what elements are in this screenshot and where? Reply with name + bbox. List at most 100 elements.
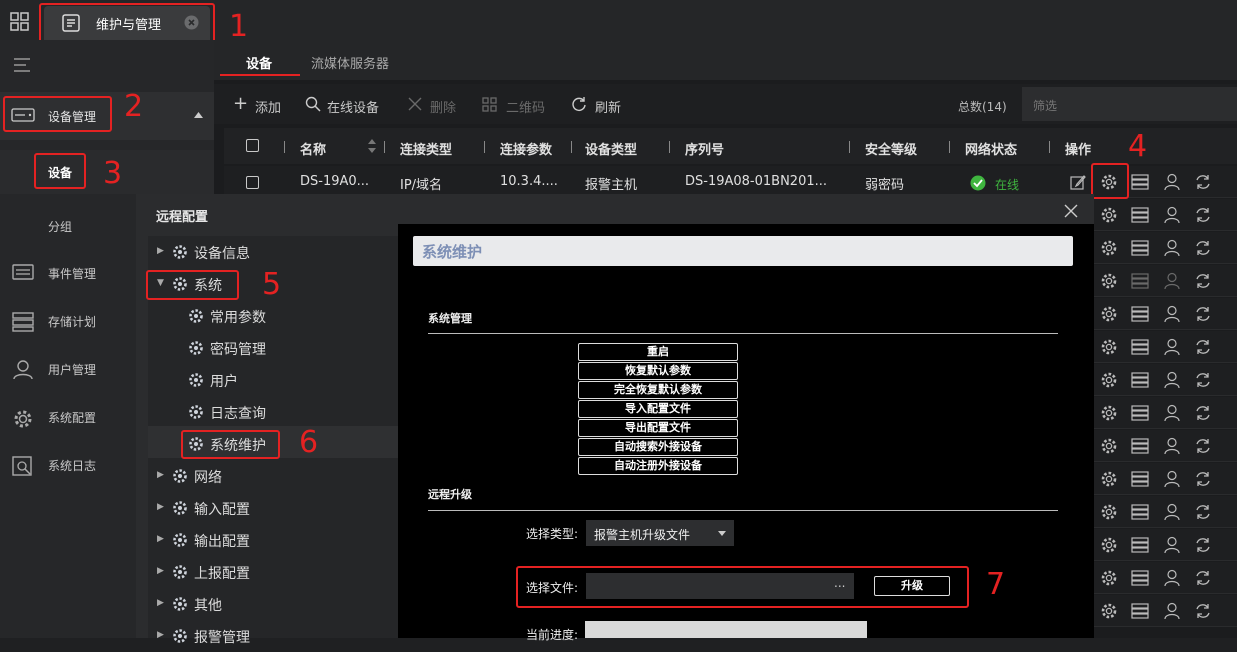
storage-icon[interactable] [1131, 602, 1149, 620]
storage-icon[interactable] [1131, 305, 1149, 323]
caret-right-icon[interactable]: ▶ [157, 246, 164, 256]
tree-node-5[interactable]: 日志查询 [148, 396, 398, 428]
tree-node-12[interactable]: ▶ 报警管理 [148, 620, 398, 652]
remote-config-icon[interactable] [1100, 272, 1118, 290]
remote-config-icon[interactable] [1100, 239, 1118, 257]
caret-right-icon[interactable]: ▶ [157, 566, 164, 576]
remote-config-icon[interactable] [1100, 437, 1118, 455]
user-icon[interactable] [1163, 305, 1181, 323]
caret-right-icon[interactable]: ▶ [157, 502, 164, 512]
refresh-icon[interactable] [1194, 371, 1212, 389]
auto-search-external-button[interactable]: 自动搜索外接设备 [578, 438, 738, 456]
sort-icon[interactable] [368, 137, 376, 155]
chevron-up-icon[interactable] [194, 112, 203, 118]
user-icon[interactable] [1163, 371, 1181, 389]
storage-icon[interactable] [1131, 569, 1149, 587]
refresh-icon[interactable] [1194, 404, 1212, 422]
user-icon[interactable] [1163, 206, 1181, 224]
storage-icon[interactable] [1131, 206, 1149, 224]
refresh-icon[interactable] [1194, 503, 1212, 521]
remote-config-icon[interactable] [1100, 206, 1118, 224]
sidebar-item-system-log[interactable]: 系统日志 [0, 442, 136, 490]
sidebar-item-events[interactable]: 事件管理 [0, 250, 136, 298]
user-icon[interactable] [1163, 536, 1181, 554]
remote-config-icon[interactable] [1100, 371, 1118, 389]
export-config-button[interactable]: 导出配置文件 [578, 419, 738, 437]
storage-icon[interactable] [1131, 173, 1149, 191]
remote-config-icon[interactable] [1100, 503, 1118, 521]
column-header-name[interactable]: 名称 [300, 139, 326, 158]
refresh-icon[interactable] [1194, 437, 1212, 455]
refresh-icon[interactable] [1194, 569, 1212, 587]
remote-config-icon[interactable] [1100, 338, 1118, 356]
tree-node-10[interactable]: ▶ 上报配置 [148, 556, 398, 588]
select-all-checkbox[interactable] [246, 139, 259, 152]
full-restore-defaults-button[interactable]: 完全恢复默认参数 [578, 381, 738, 399]
storage-icon[interactable] [1131, 338, 1149, 356]
tree-node-4[interactable]: 用户 [148, 364, 398, 396]
caret-right-icon[interactable]: ▶ [157, 534, 164, 544]
user-icon[interactable] [1163, 239, 1181, 257]
user-icon[interactable] [1163, 503, 1181, 521]
storage-icon[interactable] [1131, 404, 1149, 422]
refresh-icon[interactable] [1194, 338, 1212, 356]
storage-icon[interactable] [1131, 437, 1149, 455]
tree-node-2[interactable]: 常用参数 [148, 300, 398, 332]
user-icon[interactable] [1163, 470, 1181, 488]
storage-icon[interactable] [1131, 272, 1149, 290]
refresh-icon[interactable] [1194, 272, 1212, 290]
storage-icon[interactable] [1131, 470, 1149, 488]
caret-right-icon[interactable]: ▶ [157, 630, 164, 640]
user-icon[interactable] [1163, 602, 1181, 620]
import-config-button[interactable]: 导入配置文件 [578, 400, 738, 418]
restore-defaults-button[interactable]: 恢复默认参数 [578, 362, 738, 380]
storage-icon[interactable] [1131, 239, 1149, 257]
tree-node-3[interactable]: 密码管理 [148, 332, 398, 364]
user-icon[interactable] [1163, 338, 1181, 356]
tree-node-11[interactable]: ▶ 其他 [148, 588, 398, 620]
filter-input[interactable]: 筛选 [1022, 87, 1237, 121]
remote-config-icon[interactable] [1100, 536, 1118, 554]
sidebar-item-storage[interactable]: 存储计划 [0, 298, 136, 346]
refresh-icon[interactable] [1194, 536, 1212, 554]
column-header-security[interactable]: 安全等级 [865, 139, 917, 158]
refresh-icon[interactable] [1194, 239, 1212, 257]
tree-node-9[interactable]: ▶ 输出配置 [148, 524, 398, 556]
select-type-dropdown[interactable]: 报警主机升级文件 [586, 520, 734, 546]
refresh-icon[interactable] [1194, 206, 1212, 224]
close-icon[interactable] [1064, 204, 1078, 218]
tree-node-0[interactable]: ▶ 设备信息 [148, 236, 398, 268]
refresh-icon[interactable] [1194, 470, 1212, 488]
sidebar-item-users[interactable]: 用户管理 [0, 346, 136, 394]
caret-right-icon[interactable]: ▶ [157, 470, 164, 480]
storage-icon[interactable] [1131, 536, 1149, 554]
storage-icon[interactable] [1131, 503, 1149, 521]
remote-config-icon[interactable] [1100, 569, 1118, 587]
remote-config-icon[interactable] [1100, 602, 1118, 620]
row-checkbox[interactable] [246, 176, 259, 189]
sidebar-item-system-config[interactable]: 系统配置 [0, 394, 136, 442]
column-header-dev-type[interactable]: 设备类型 [585, 139, 637, 158]
menu-icon[interactable] [14, 58, 30, 72]
tree-node-8[interactable]: ▶ 输入配置 [148, 492, 398, 524]
remote-config-icon[interactable] [1100, 470, 1118, 488]
storage-icon[interactable] [1131, 371, 1149, 389]
column-header-conn-param[interactable]: 连接参数 [500, 139, 552, 158]
refresh-icon[interactable] [1194, 305, 1212, 323]
tab-media-server[interactable]: 流媒体服务器 [311, 53, 389, 72]
tab-device[interactable]: 设备 [246, 53, 272, 72]
user-icon[interactable] [1163, 404, 1181, 422]
column-header-conn-type[interactable]: 连接类型 [400, 139, 452, 158]
user-icon[interactable] [1163, 272, 1181, 290]
user-icon[interactable] [1163, 437, 1181, 455]
refresh-icon[interactable] [1194, 173, 1212, 191]
auto-register-external-button[interactable]: 自动注册外接设备 [578, 457, 738, 475]
sidebar-item-group[interactable]: 分组 [0, 204, 136, 248]
column-header-serial[interactable]: 序列号 [685, 139, 724, 158]
tree-node-7[interactable]: ▶ 网络 [148, 460, 398, 492]
app-grid-icon[interactable] [10, 12, 30, 32]
edit-icon[interactable] [1070, 174, 1086, 190]
user-icon[interactable] [1163, 569, 1181, 587]
remote-config-icon[interactable] [1100, 305, 1118, 323]
remote-config-icon[interactable] [1100, 404, 1118, 422]
